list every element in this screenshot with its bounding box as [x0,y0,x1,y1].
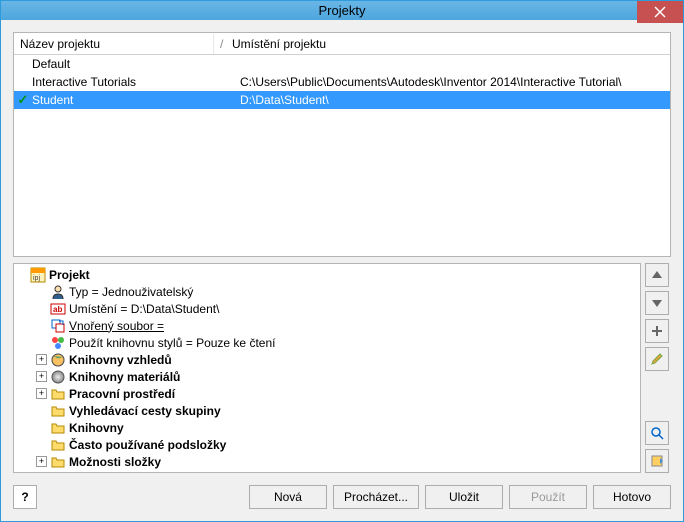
project-icon: ipj [30,267,46,283]
tree-style-lib[interactable]: Použít knihovnu stylů = Pouze ke čtení [16,334,638,351]
check-icon: ✓ [14,92,32,108]
tree-frequent-subfolders[interactable]: Často používané podsložky [16,436,638,453]
list-header: Název projektu / Umístění projektu [14,33,670,55]
titlebar: Projekty [1,1,683,20]
up-icon [650,268,664,282]
col-header-location[interactable]: Umístění projektu [226,34,670,54]
tree-libraries[interactable]: Knihovny [16,419,638,436]
config-button[interactable] [645,449,669,473]
expand-icon[interactable]: + [36,388,47,399]
help-button[interactable]: ? [13,485,37,509]
window-title: Projekty [1,3,683,18]
done-button[interactable]: Hotovo [593,485,671,509]
tree-nested-file[interactable]: Vnořený soubor = [16,317,638,334]
tree-appearance-libs[interactable]: + Knihovny vzhledů [16,351,638,368]
folder-icon [50,437,66,453]
save-button[interactable]: Uložit [425,485,503,509]
project-row[interactable]: ✓ Student D:\Data\Student\ [14,91,670,109]
tree-root[interactable]: ipj Projekt [16,266,638,283]
config-icon [650,454,664,468]
project-row[interactable]: Default [14,55,670,73]
magnifier-icon [650,426,664,440]
apply-button[interactable]: Použít [509,485,587,509]
content-area: Název projektu / Umístění projektu Defau… [1,20,683,521]
col-header-sep: / [214,34,226,54]
globe-icon [50,352,66,368]
project-name: Default [32,57,224,71]
footer: ? Nová Procházet... Uložit Použít Hotovo [13,479,671,509]
styles-icon [50,335,66,351]
list-body: Default Interactive Tutorials C:\Users\P… [14,55,670,256]
project-location: C:\Users\Public\Documents\Autodesk\Inven… [224,75,670,89]
project-dialog: Projekty Název projektu / Umístění proje… [0,0,684,522]
person-icon [50,284,66,300]
col-header-name[interactable]: Název projektu [14,34,214,54]
folder-icon [50,403,66,419]
material-icon [50,369,66,385]
move-up-button[interactable] [645,263,669,287]
new-button[interactable]: Nová [249,485,327,509]
project-location: D:\Data\Student\ [224,93,670,107]
side-buttons [645,263,671,473]
project-name: Student [32,93,224,107]
close-icon [654,6,666,18]
move-down-button[interactable] [645,291,669,315]
help-icon: ? [21,490,28,504]
tree-material-libs[interactable]: + Knihovny materiálů [16,368,638,385]
folder-icon [50,420,66,436]
details-area: ipj Projekt Typ = Jednouživatelský ab [13,263,671,473]
browse-button[interactable]: Procházet... [333,485,419,509]
expand-icon[interactable]: + [36,456,47,467]
project-tree: ipj Projekt Typ = Jednouživatelský ab [13,263,641,473]
pencil-icon [650,352,664,366]
tree-type[interactable]: Typ = Jednouživatelský [16,283,638,300]
project-row[interactable]: Interactive Tutorials C:\Users\Public\Do… [14,73,670,91]
tree-search-paths[interactable]: Vyhledávací cesty skupiny [16,402,638,419]
tree-folder-options[interactable]: + Možnosti složky [16,453,638,470]
project-name: Interactive Tutorials [32,75,224,89]
expand-icon[interactable]: + [36,371,47,382]
svg-text:ipj: ipj [33,275,40,282]
plus-icon [650,324,664,338]
tree-location[interactable]: ab Umístění = D:\Data\Student\ [16,300,638,317]
expand-icon[interactable]: + [36,354,47,365]
svg-text:ab: ab [53,305,62,314]
text-icon: ab [50,301,66,317]
edit-button[interactable] [645,347,669,371]
add-button[interactable] [645,319,669,343]
project-list-panel: Název projektu / Umístění projektu Defau… [13,32,671,257]
close-button[interactable] [637,1,683,23]
folder-icon [50,386,66,402]
find-button[interactable] [645,421,669,445]
down-icon [650,296,664,310]
nested-icon [50,318,66,334]
tree-workspace[interactable]: + Pracovní prostředí [16,385,638,402]
folder-icon [50,454,66,470]
